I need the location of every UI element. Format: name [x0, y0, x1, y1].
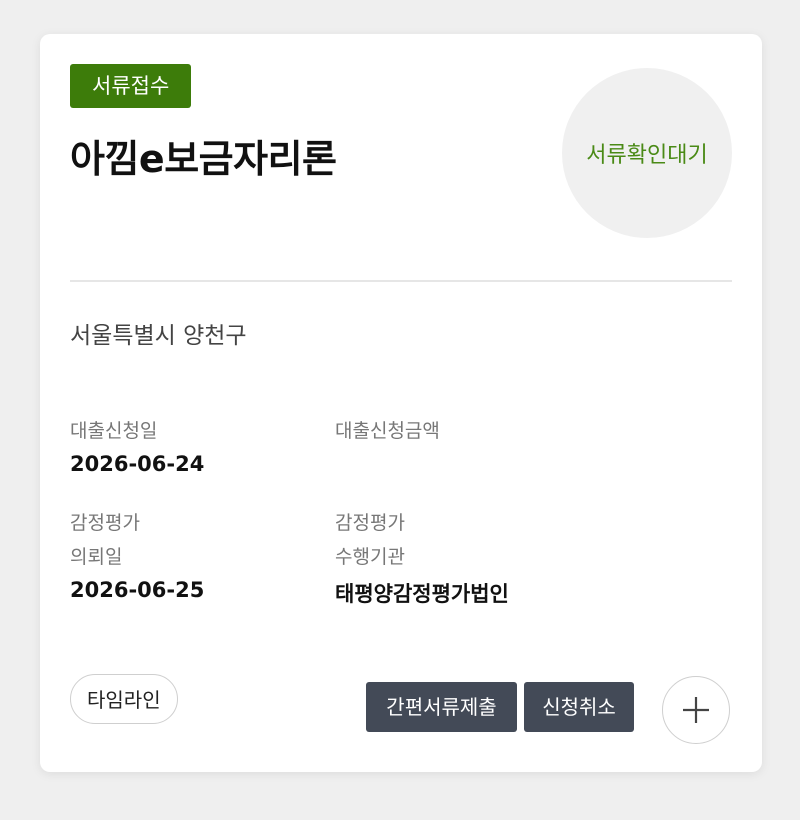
progress-status-text: 서류확인대기	[586, 143, 708, 168]
loan-date-label: 대출신청일	[70, 420, 158, 442]
appraisal-agency-label-line1: 감정평가	[335, 512, 405, 534]
appraisal-request-label-line2: 의뢰일	[70, 546, 123, 568]
loan-date-value: 2026-06-24	[70, 452, 205, 476]
loan-application-card: 서류접수 아낌e보금자리론 서류확인대기 서울특별시 양천구 대출신청일 202…	[40, 34, 762, 772]
status-tag: 서류접수	[70, 64, 192, 108]
loan-amount-label: 대출신청금액	[335, 420, 440, 442]
appraisal-request-label-line1: 감정평가	[70, 512, 140, 534]
divider	[70, 280, 732, 282]
plus-icon	[683, 697, 709, 723]
cancel-application-button[interactable]: 신청취소	[524, 682, 634, 732]
simple-document-submit-button[interactable]: 간편서류제출	[366, 682, 517, 732]
appraisal-agency-value: 태평양감정평가법인	[335, 582, 509, 606]
appraisal-request-value: 2026-06-25	[70, 578, 205, 602]
address-text: 서울특별시 양천구	[70, 323, 247, 349]
more-button[interactable]	[662, 676, 730, 744]
timeline-button[interactable]: 타임라인	[70, 674, 178, 724]
progress-status-circle: 서류확인대기	[562, 68, 732, 238]
appraisal-agency-label-line2: 수행기관	[335, 546, 405, 568]
product-title: 아낌e보금자리론	[70, 137, 337, 181]
